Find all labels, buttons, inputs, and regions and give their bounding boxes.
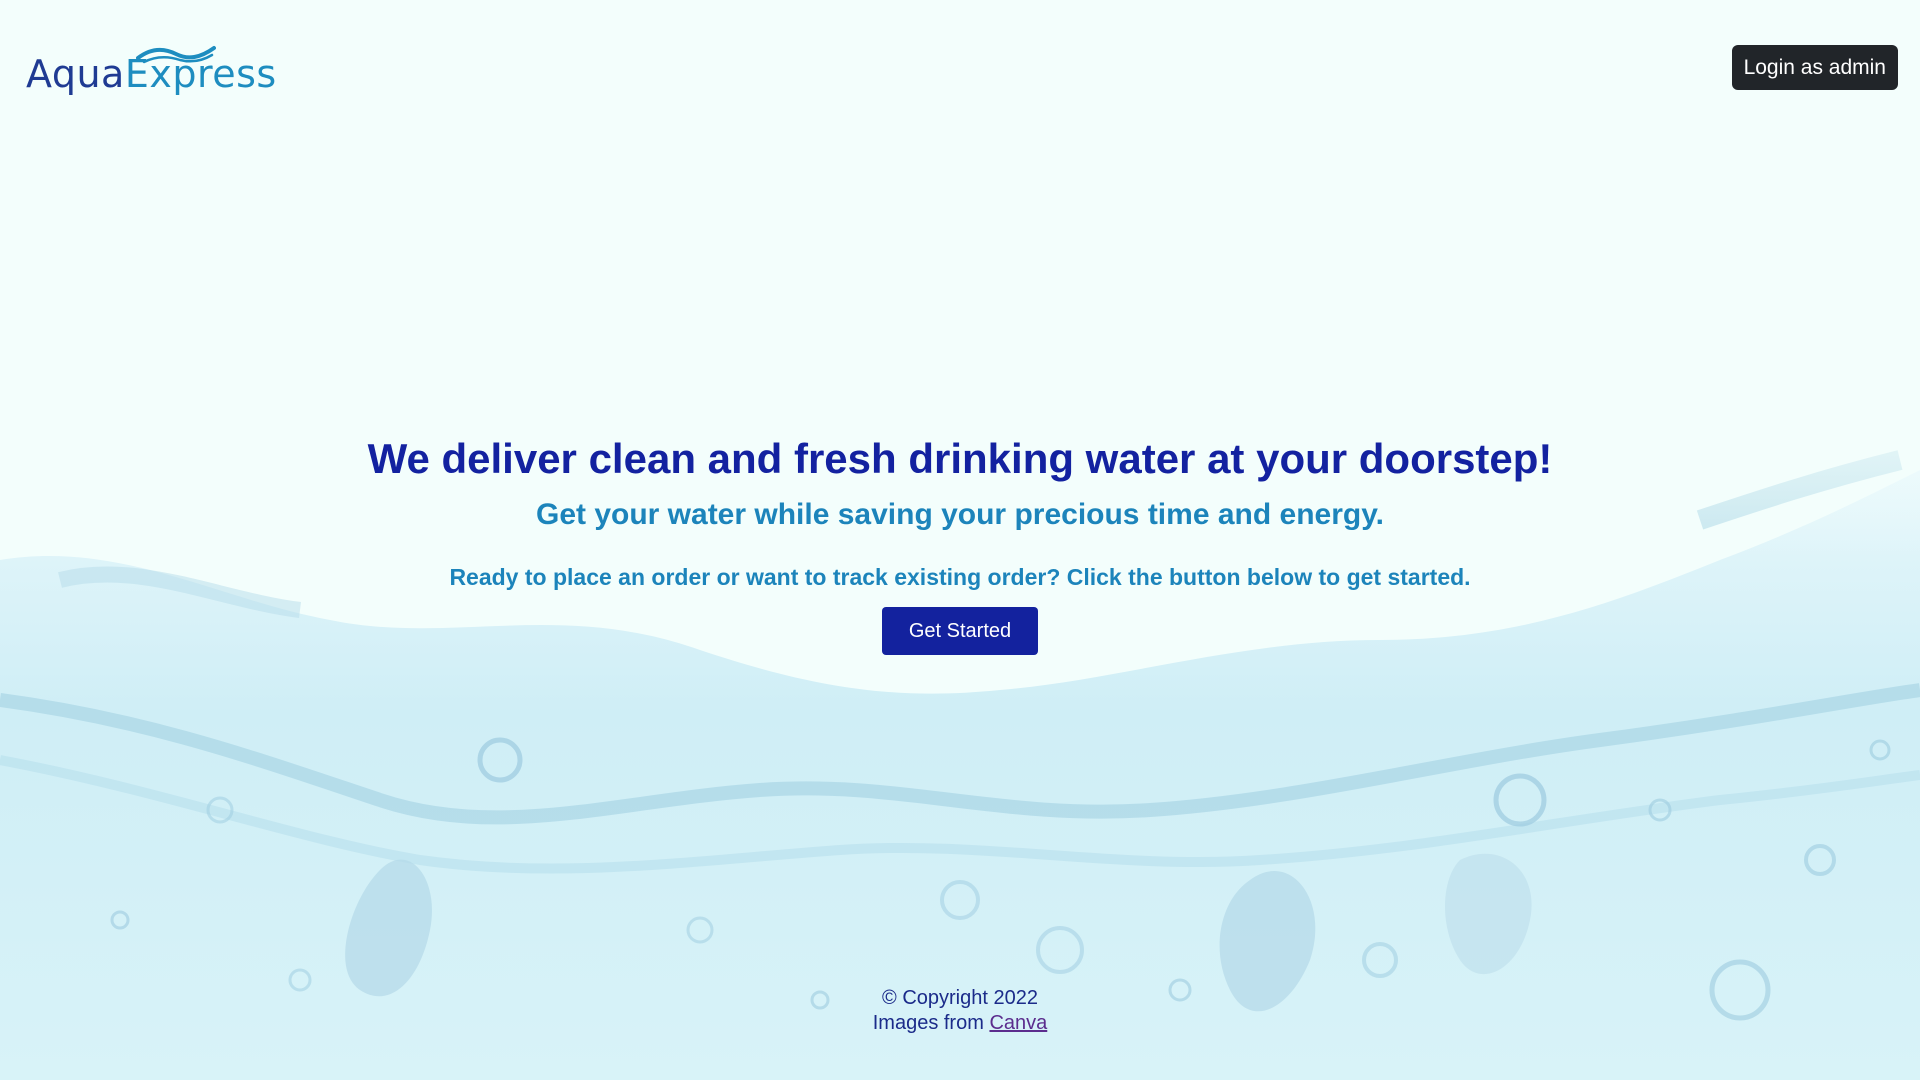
login-as-admin-button[interactable]: Login as admin [1731,45,1898,90]
wave-icon [136,46,216,64]
hero-cta-text: Ready to place an order or want to track… [449,564,1471,590]
images-credit: Images from Canva [0,1011,1920,1036]
hero-title: We deliver clean and fresh drinking wate… [367,435,1553,482]
get-started-button[interactable]: Get Started [882,607,1038,655]
hero-subtitle: Get your water while saving your preciou… [535,498,1384,531]
canva-link[interactable]: Canva [989,1012,1047,1034]
footer: © Copyright 2022 Images from Canva [0,986,1920,1036]
images-credit-prefix: Images from [872,1012,984,1034]
logo[interactable]: AquaExpress [26,40,276,100]
copyright-text: © Copyright 2022 [882,987,1038,1009]
water-splash-background [0,0,1920,1080]
logo-aqua: Aqua [26,52,125,96]
